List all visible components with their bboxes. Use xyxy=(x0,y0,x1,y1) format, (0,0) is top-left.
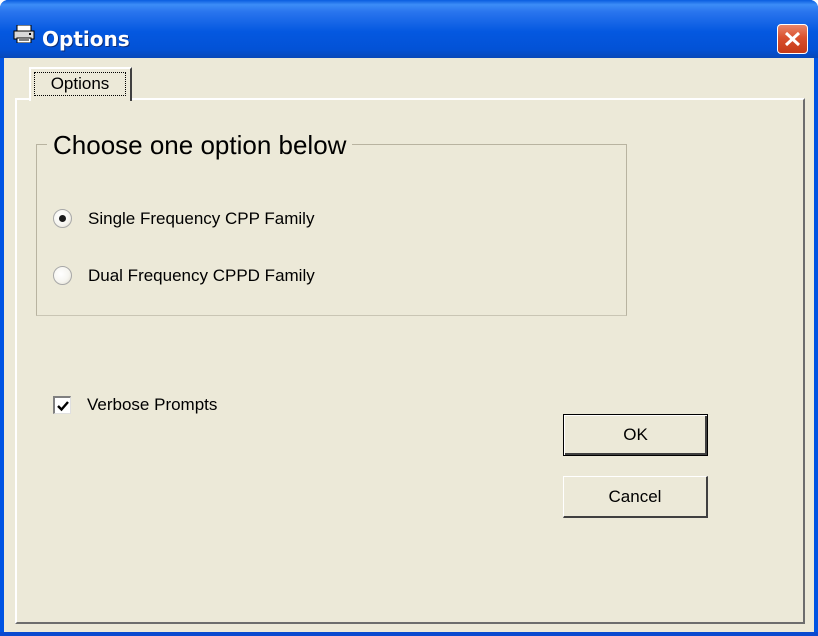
radio-button-selected[interactable] xyxy=(53,209,72,228)
radio-label: Dual Frequency CPPD Family xyxy=(88,266,315,285)
radio-dot xyxy=(59,215,66,222)
verbose-prompts-checkbox[interactable] xyxy=(53,396,71,414)
window-border xyxy=(0,632,818,636)
window-title: Options xyxy=(42,27,130,51)
title-bar[interactable]: Options xyxy=(0,0,818,58)
options-dialog: Options Options Choose one option below … xyxy=(0,0,818,636)
tab-label: Options xyxy=(34,72,126,96)
radio-label: Single Frequency CPP Family xyxy=(88,209,315,228)
groupbox-legend: Choose one option below xyxy=(47,128,353,162)
close-button[interactable] xyxy=(777,24,808,54)
cancel-button[interactable]: Cancel xyxy=(563,476,708,518)
close-icon xyxy=(784,31,801,47)
ok-button[interactable]: OK xyxy=(563,414,708,456)
tab-options[interactable]: Options xyxy=(29,67,132,101)
printer-icon xyxy=(13,25,35,43)
verbose-prompts-label: Verbose Prompts xyxy=(87,395,218,414)
checkmark-icon xyxy=(57,401,69,412)
radio-button[interactable] xyxy=(53,266,72,285)
